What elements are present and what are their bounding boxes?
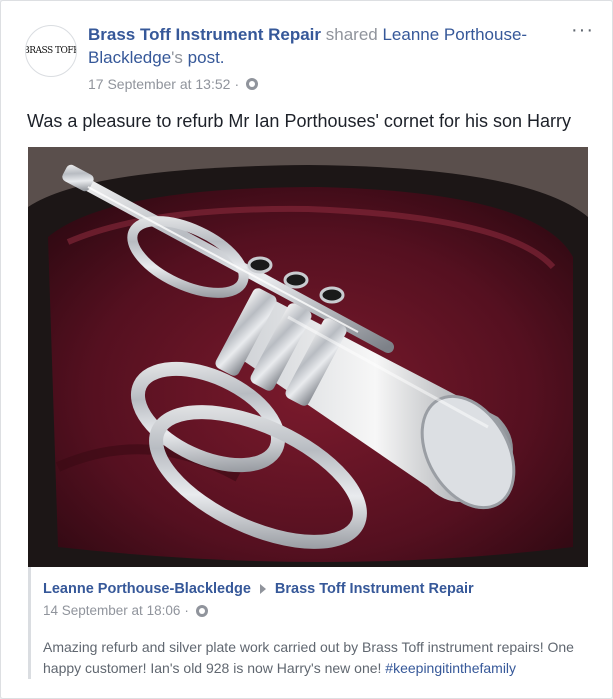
post-card: BRASS TOFF Brass Toff Instrument Repair … [0,0,613,699]
more-options-icon[interactable]: ··· [571,20,594,40]
shared-original-post: Leanne Porthouse-Blackledge Brass Toff In… [28,567,591,679]
post-link[interactable]: post. [188,48,225,67]
shared-post-meta: 14 September at 18:06 · [43,603,208,618]
arrow-right-icon [259,584,266,595]
shared-word: shared [325,25,378,44]
hashtag-link[interactable]: #keepingitinthefamily [385,660,516,676]
shared-post-body: Amazing refurb and silver plate work car… [43,637,588,679]
avatar-logo-text: BRASS TOFF [25,46,77,56]
globe-icon[interactable] [246,78,259,90]
post-header: Brass Toff Instrument Repair shared Lean… [88,23,528,69]
post-timestamp[interactable]: 17 September at 13:52 [88,76,230,92]
original-target-link[interactable]: Brass Toff Instrument Repair [275,581,474,597]
shared-meta-separator: · [184,603,189,618]
page-name-link[interactable]: Brass Toff Instrument Repair [88,25,321,44]
original-author-link[interactable]: Leanne Porthouse-Blackledge [43,581,251,597]
globe-icon[interactable] [195,604,208,617]
cornet-photo-illustration [28,147,588,567]
possessive-text: 's [171,48,183,67]
page-avatar[interactable]: BRASS TOFF [25,25,77,77]
post-photo[interactable] [28,147,588,567]
meta-separator: · [234,76,240,92]
post-meta: 17 September at 13:52 · [88,76,259,92]
post-message: Was a pleasure to refurb Mr Ian Porthous… [27,111,571,131]
original-timestamp[interactable]: 14 September at 18:06 [43,603,180,618]
shared-post-header: Leanne Porthouse-Blackledge Brass Toff In… [43,581,474,597]
